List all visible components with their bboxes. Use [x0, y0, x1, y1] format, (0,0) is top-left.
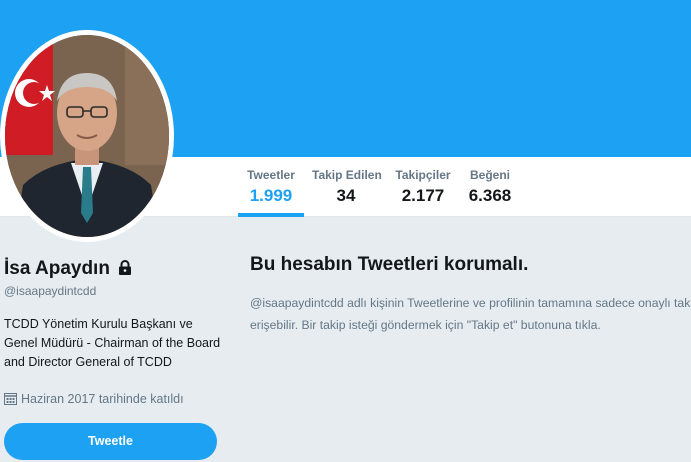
stat-tweets-label: Tweetler — [247, 168, 295, 182]
protected-title: Bu hesabın Tweetleri korumalı. — [250, 254, 529, 275]
calendar-icon — [4, 393, 17, 405]
stat-followers[interactable]: Takipçiler 2.177 — [393, 167, 453, 217]
protected-message-line2: erişebilir. Bir takip isteği göndermek i… — [250, 318, 601, 332]
stat-tweets-value: 1.999 — [249, 186, 293, 205]
stat-following-value: 34 — [336, 186, 356, 205]
stat-tweets[interactable]: Tweetler 1.999 — [238, 167, 304, 217]
profile-name-row: İsa Apaydın — [4, 257, 132, 281]
protected-message: @isaapaydintcdd adlı kişinin Tweetlerine… — [250, 292, 691, 336]
stat-followers-label: Takipçiler — [395, 168, 451, 182]
profile-handle[interactable]: @isaapaydintcdd — [4, 284, 96, 298]
profile-joined-text: Haziran 2017 tarihinde katıldı — [21, 392, 184, 406]
stat-following-label: Takip Edilen — [312, 168, 382, 182]
profile-name[interactable]: İsa Apaydın — [4, 258, 110, 279]
stat-followers-value: 2.177 — [401, 186, 445, 205]
stat-likes[interactable]: Beğeni 6.368 — [466, 167, 514, 217]
stat-likes-value: 6.368 — [468, 186, 512, 205]
avatar-frame[interactable] — [0, 30, 174, 242]
lock-icon — [119, 260, 132, 275]
stat-likes-label: Beğeni — [469, 168, 510, 182]
profile-bio: TCDD Yönetim Kurulu Başkanı ve Genel Müd… — [4, 317, 221, 369]
protected-message-line1: @isaapaydintcdd adlı kişinin Tweetlerine… — [250, 296, 691, 310]
stat-following[interactable]: Takip Edilen 34 — [312, 167, 382, 217]
tweet-button[interactable]: Tweetle — [4, 423, 217, 460]
avatar-photo — [5, 35, 169, 237]
profile-joined: Haziran 2017 tarihinde katıldı — [4, 392, 184, 406]
avatar[interactable] — [5, 35, 169, 237]
